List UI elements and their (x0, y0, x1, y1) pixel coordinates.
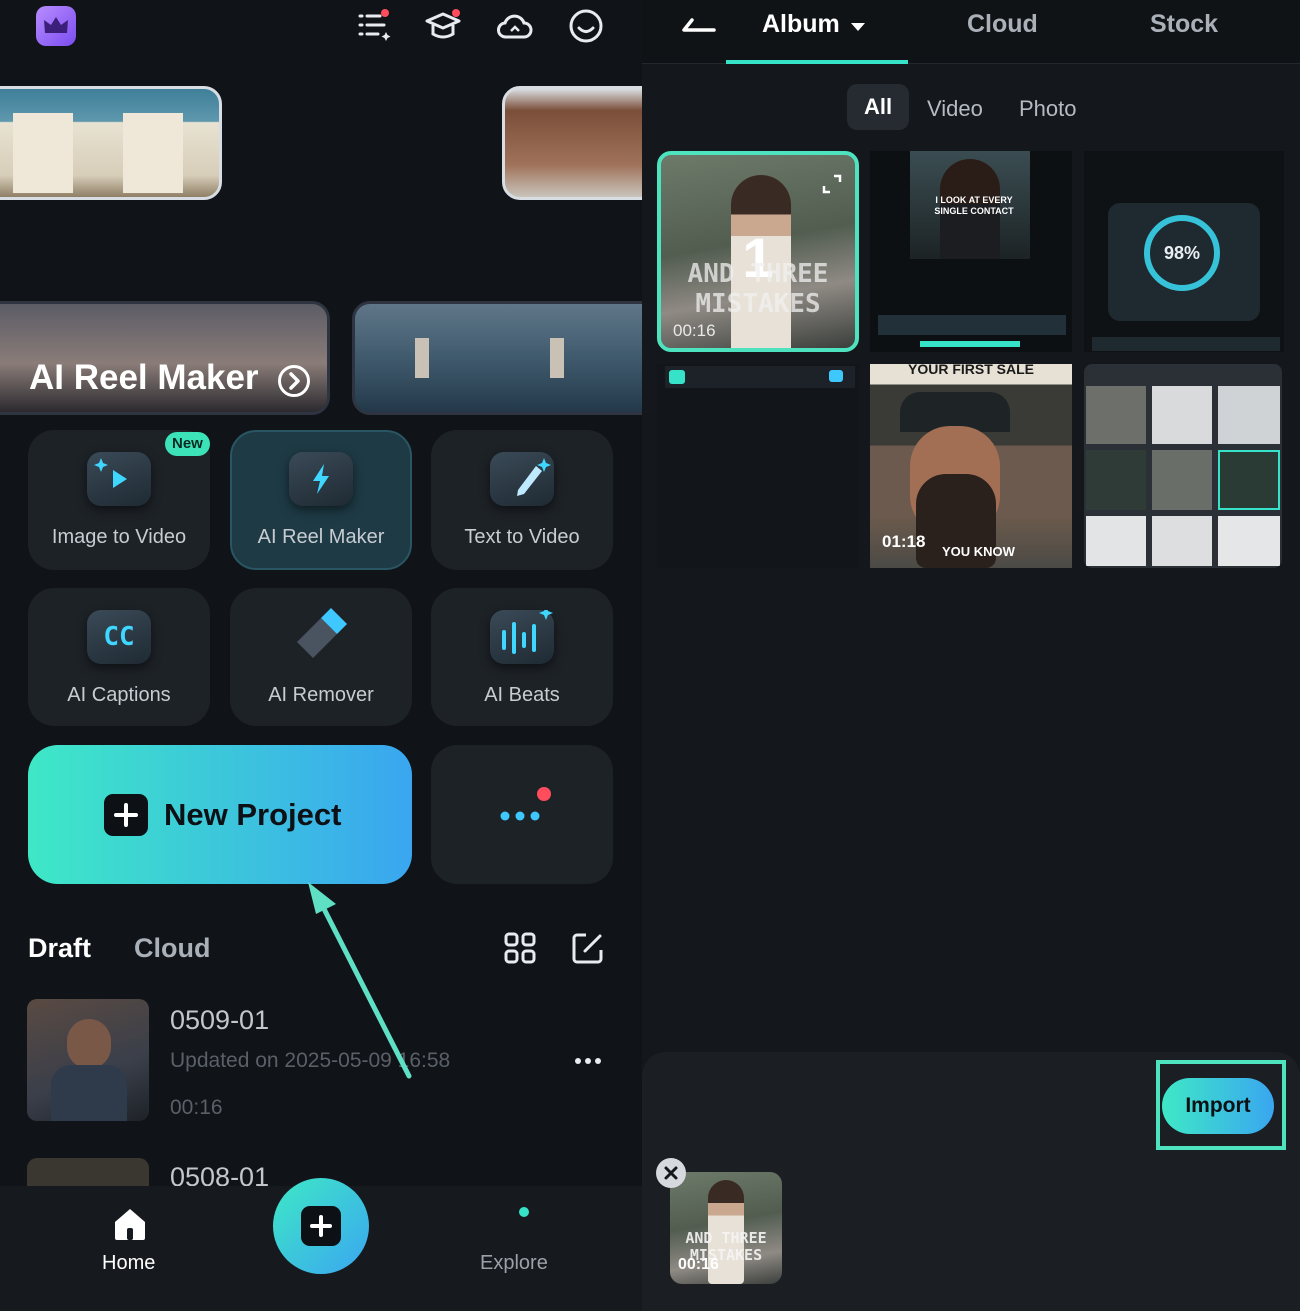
media-duration: 00:16 (678, 1256, 719, 1273)
selected-media-thumbnail[interactable]: AND THREE MISTAKES 00:16 (670, 1172, 782, 1284)
progress-percent: 98% (1163, 243, 1201, 263)
tab-album[interactable]: Album (762, 10, 840, 39)
create-button[interactable] (273, 1178, 369, 1274)
tab-underline (726, 60, 908, 64)
plus-icon (301, 1206, 341, 1246)
media-item-1-selected[interactable]: 1 AND THREE MISTAKES 00:16 (657, 151, 859, 352)
back-arrow-icon[interactable] (678, 14, 718, 44)
media-item-2[interactable]: I LOOK AT EVERY SINGLE CONTACT (870, 151, 1072, 352)
annotation-arrow (308, 882, 412, 1079)
selection-tray: Import AND THREE MISTAKES 00:16 (642, 1052, 1300, 1311)
explore-dot-icon[interactable] (519, 1207, 529, 1217)
import-button[interactable]: Import (1162, 1078, 1274, 1134)
left-screen-home: AI Reel Maker New Image to Video AI Reel… (0, 0, 642, 1311)
chevron-down-icon[interactable] (850, 20, 866, 32)
right-screen-album: Album Cloud Stock All Video Photo 1 AND … (642, 0, 1300, 1311)
tab-cloud-source[interactable]: Cloud (967, 10, 1038, 39)
remove-selected-icon[interactable] (656, 1158, 686, 1188)
media-caption: YOU KNOW (942, 544, 1015, 559)
bottom-nav: Home Explore (0, 1178, 642, 1311)
tab-stock[interactable]: Stock (1150, 10, 1218, 39)
filter-all[interactable]: All (847, 84, 909, 130)
filter-photo[interactable]: Photo (1019, 96, 1077, 122)
filter-video[interactable]: Video (927, 96, 983, 122)
media-item-5[interactable]: YOUR FIRST SALE 01:18 YOU KNOW (870, 364, 1072, 568)
nav-home-label[interactable]: Home (102, 1252, 155, 1275)
media-duration: 00:16 (673, 321, 716, 340)
media-item-4-screenshot[interactable] (657, 364, 859, 568)
media-overlay-text: I LOOK AT EVERY SINGLE CONTACT (934, 195, 1014, 216)
expand-icon[interactable] (821, 173, 843, 195)
media-item-3[interactable]: 98% (1084, 151, 1284, 352)
home-icon[interactable] (110, 1204, 150, 1244)
nav-explore-label[interactable]: Explore (480, 1252, 548, 1275)
media-item-6-collage[interactable] (1084, 364, 1282, 568)
media-overlay-text: YOUR FIRST SALE (907, 364, 1034, 377)
media-overlay-text: AND THREE MISTAKES (687, 259, 829, 319)
media-duration: 01:18 (882, 532, 926, 551)
